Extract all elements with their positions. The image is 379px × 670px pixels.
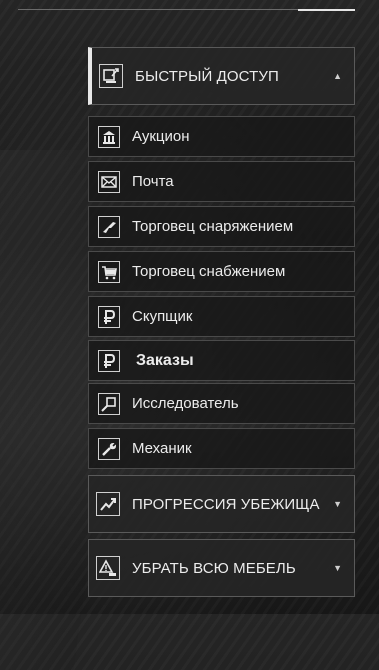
remove-furniture-title: УБРАТЬ ВСЮ МЕБЕЛЬ (132, 559, 296, 577)
cart-icon (98, 260, 120, 283)
menu-item-gear-trader[interactable]: Торговец снаряжением (88, 206, 355, 247)
quick-access-icon (99, 64, 123, 88)
menu-item-buyer[interactable]: Скупщик (88, 296, 355, 337)
menu-item-label: Заказы (136, 351, 194, 369)
shelter-progression-title: ПРОГРЕССИЯ УБЕЖИЩА (132, 495, 320, 513)
gun-icon (98, 215, 120, 238)
menu-item-label: Почта (132, 173, 174, 190)
progress-chart-icon (96, 492, 120, 516)
menu-item-label: Аукцион (132, 128, 190, 145)
menu-item-label: Торговец снабжением (132, 263, 286, 280)
magnifier-icon (98, 392, 120, 415)
menu-item-label: Механик (132, 440, 192, 457)
warning-icon (96, 556, 120, 580)
ruble-icon (98, 349, 120, 372)
remove-furniture-header[interactable]: УБРАТЬ ВСЮ МЕБЕЛЬ ▼ (88, 539, 355, 597)
mail-icon (98, 170, 120, 193)
menu-item-researcher[interactable]: Исследователь (88, 383, 355, 424)
menu-item-auction[interactable]: Аукцион (88, 116, 355, 157)
menu-item-label: Скупщик (132, 308, 193, 325)
quick-access-header[interactable]: БЫСТРЫЙ ДОСТУП ▲ (88, 47, 355, 105)
shelter-progression-header[interactable]: ПРОГРЕССИЯ УБЕЖИЩА ▼ (88, 475, 355, 533)
expand-arrow-icon: ▼ (333, 563, 342, 573)
menu-item-label: Исследователь (132, 395, 239, 412)
collapse-arrow-icon: ▲ (333, 71, 342, 81)
menu-item-label: Торговец снаряжением (132, 218, 294, 235)
menu-item-mail[interactable]: Почта (88, 161, 355, 202)
menu-item-orders[interactable]: Заказы (88, 340, 355, 381)
auction-icon (98, 125, 120, 148)
expand-arrow-icon: ▼ (333, 499, 342, 509)
quick-access-title: БЫСТРЫЙ ДОСТУП (135, 67, 279, 85)
menu-item-mechanic[interactable]: Механик (88, 428, 355, 469)
wrench-icon (98, 437, 120, 460)
menu-item-supply-trader[interactable]: Торговец снабжением (88, 251, 355, 292)
ruble-icon (98, 305, 120, 328)
top-divider-highlight (298, 9, 355, 11)
